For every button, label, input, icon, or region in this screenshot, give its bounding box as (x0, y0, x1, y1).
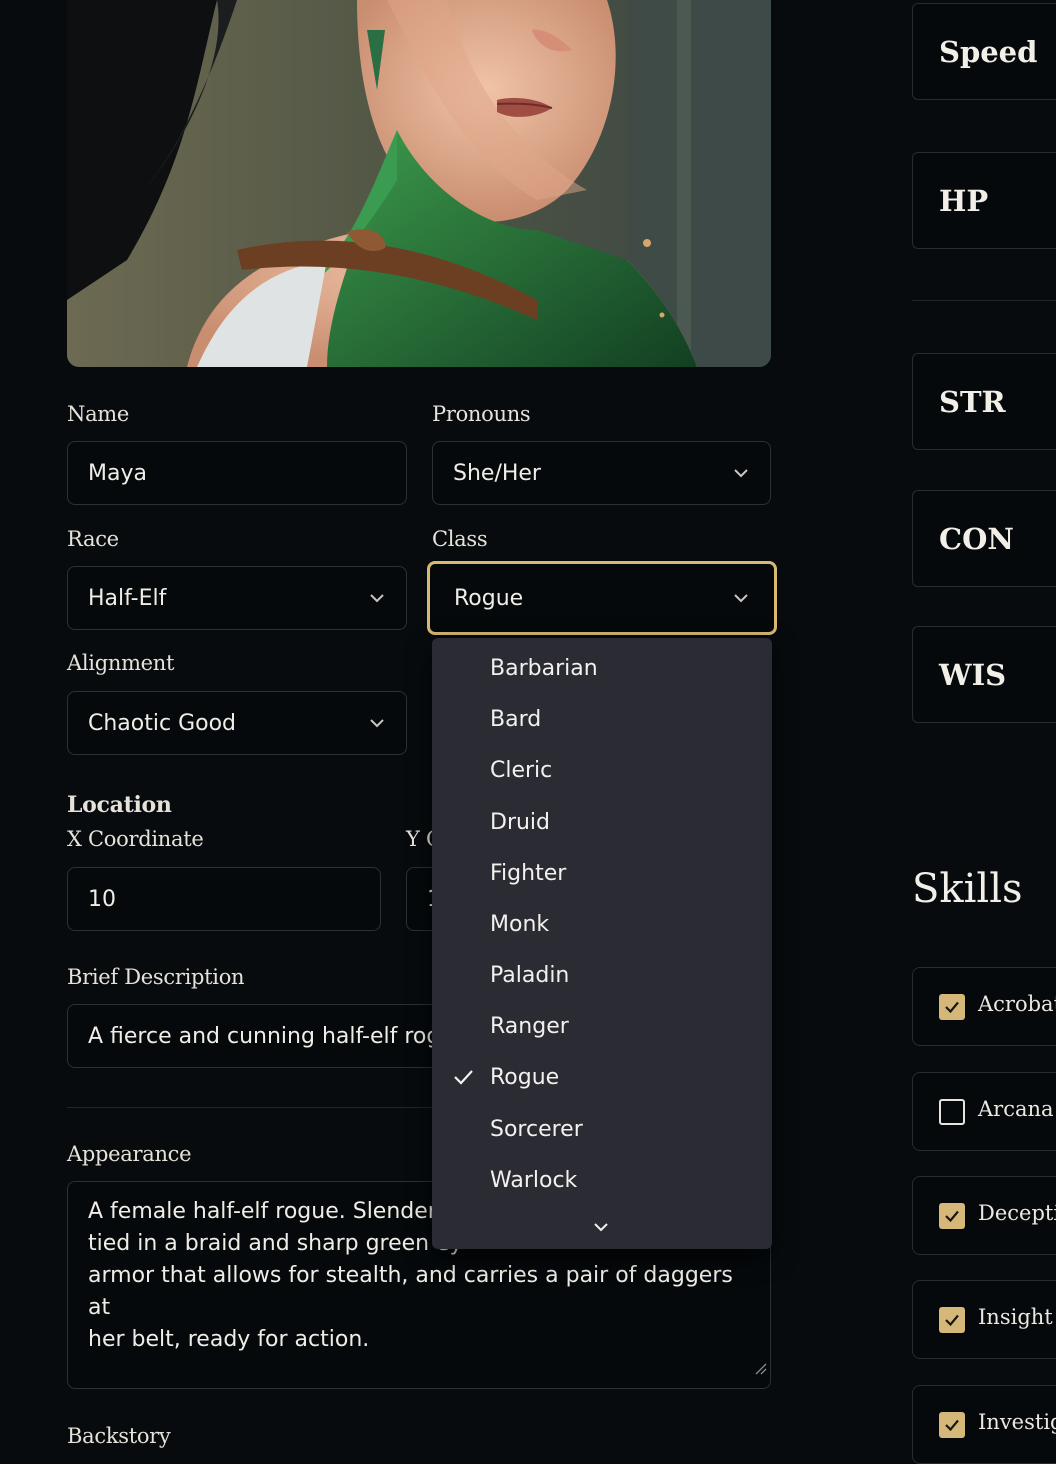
class-option-paladin[interactable]: Paladin (432, 950, 772, 1001)
name-label: Name (67, 402, 130, 426)
name-input[interactable]: Maya (67, 441, 407, 505)
appearance-line: her belt, ready for action. (88, 1327, 370, 1352)
pronouns-select[interactable]: She/Her (432, 441, 771, 505)
race-label: Race (67, 527, 119, 551)
race-value: Half-Elf (88, 585, 167, 611)
class-label: Class (432, 527, 488, 551)
chevron-down-icon (732, 464, 750, 482)
pronouns-label: Pronouns (432, 402, 531, 426)
class-option-druid[interactable]: Druid (432, 797, 772, 848)
class-option-rogue[interactable]: Rogue (432, 1052, 772, 1103)
x-coordinate-label: X Coordinate (67, 827, 204, 851)
appearance-label: Appearance (67, 1142, 192, 1166)
scroll-down-chevron-icon[interactable] (592, 1218, 610, 1237)
alignment-select[interactable]: Chaotic Good (67, 691, 407, 755)
chevron-down-icon (368, 714, 386, 732)
alignment-label: Alignment (67, 651, 175, 675)
skills-heading: Skills (912, 866, 1023, 912)
skill-insight[interactable]: Insight (912, 1280, 1056, 1359)
checkbox-checked-icon[interactable] (939, 1307, 965, 1333)
skill-deception[interactable]: Deceptio (912, 1176, 1056, 1255)
alignment-value: Chaotic Good (88, 710, 237, 736)
appearance-line: armor that allows for stealth, and carri… (88, 1263, 733, 1320)
checkbox-checked-icon[interactable] (939, 1203, 965, 1229)
class-option-warlock[interactable]: Warlock (432, 1155, 772, 1206)
stat-str: STR (912, 353, 1056, 450)
class-value: Rogue (454, 585, 524, 611)
class-select[interactable]: Rogue (427, 561, 777, 635)
stat-wis: WIS (912, 626, 1056, 723)
class-dropdown-menu: Barbarian Bard Cleric Druid Fighter Monk… (432, 638, 772, 1249)
resize-handle-icon[interactable] (755, 1353, 767, 1385)
class-option-barbarian[interactable]: Barbarian (432, 643, 772, 694)
x-coordinate-input[interactable]: 10 (67, 867, 381, 931)
brief-description-label: Brief Description (67, 965, 245, 989)
location-heading: Location (67, 792, 172, 818)
stat-speed: Speed (912, 3, 1056, 100)
chevron-down-icon (368, 589, 386, 607)
class-option-sorcerer[interactable]: Sorcerer (432, 1104, 772, 1155)
check-icon (452, 1066, 474, 1094)
class-option-cleric[interactable]: Cleric (432, 745, 772, 796)
checkbox-checked-icon[interactable] (939, 994, 965, 1020)
class-option-fighter[interactable]: Fighter (432, 848, 772, 899)
class-option-bard[interactable]: Bard (432, 694, 772, 745)
x-coordinate-value: 10 (88, 886, 116, 912)
skill-investigation[interactable]: Investiga (912, 1385, 1056, 1464)
class-option-ranger[interactable]: Ranger (432, 1001, 772, 1052)
skill-arcana[interactable]: Arcana (912, 1072, 1056, 1151)
checkbox-checked-icon[interactable] (939, 1412, 965, 1438)
skill-acrobatics[interactable]: Acrobati (912, 967, 1056, 1046)
race-select[interactable]: Half-Elf (67, 566, 407, 630)
stat-hp: HP (912, 152, 1056, 249)
backstory-label: Backstory (67, 1424, 171, 1448)
stats-divider (912, 300, 1056, 301)
class-option-monk[interactable]: Monk (432, 899, 772, 950)
stat-con: CON (912, 490, 1056, 587)
chevron-down-icon (732, 589, 750, 607)
name-value: Maya (88, 460, 147, 486)
pronouns-value: She/Her (453, 460, 541, 486)
checkbox-unchecked-icon[interactable] (939, 1099, 965, 1125)
character-portrait (67, 0, 771, 367)
